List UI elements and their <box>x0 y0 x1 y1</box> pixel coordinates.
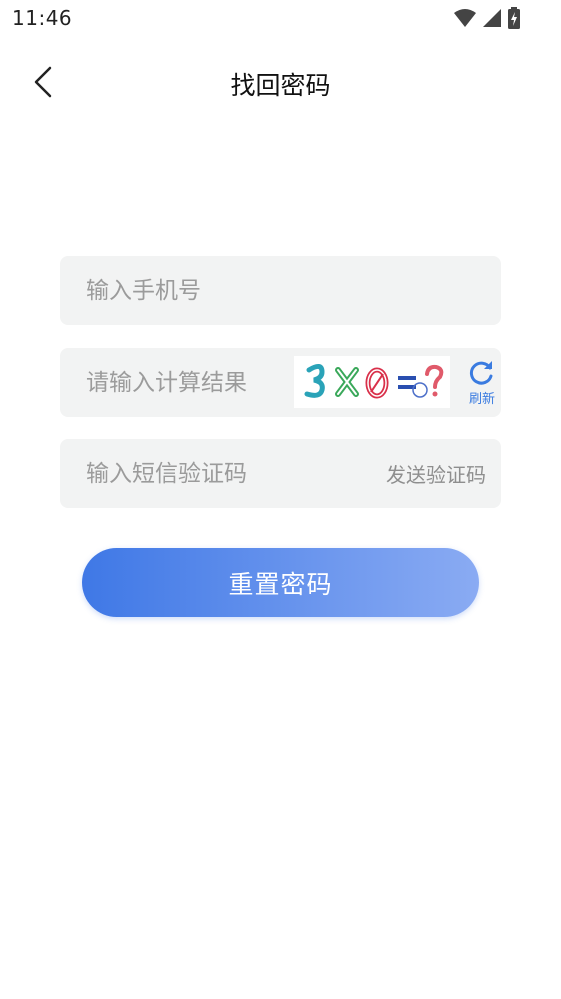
status-bar: 11:46 <box>0 0 561 38</box>
status-icons <box>453 6 521 30</box>
captcha-image[interactable] <box>294 356 450 408</box>
captcha-picture <box>294 356 450 408</box>
captcha-input[interactable] <box>86 348 286 417</box>
captcha-field: 刷新 <box>60 348 501 417</box>
sms-code-field: 发送验证码 <box>60 439 501 508</box>
phone-field <box>60 256 501 325</box>
battery-charging-icon <box>508 7 520 29</box>
send-code-button[interactable]: 发送验证码 <box>386 459 486 488</box>
status-time: 11:46 <box>12 6 73 30</box>
sms-code-input[interactable] <box>86 439 346 508</box>
signal-icon <box>483 9 501 27</box>
wifi-icon <box>454 9 476 27</box>
refresh-label: 刷新 <box>468 392 495 407</box>
page-title: 找回密码 <box>230 71 331 100</box>
nav-bar: 找回密码 <box>0 52 561 112</box>
reset-password-button[interactable]: 重置密码 <box>82 548 479 617</box>
refresh-captcha-button[interactable]: 刷新 <box>464 358 500 408</box>
refresh-icon <box>469 361 493 385</box>
phone-input[interactable] <box>86 256 476 325</box>
